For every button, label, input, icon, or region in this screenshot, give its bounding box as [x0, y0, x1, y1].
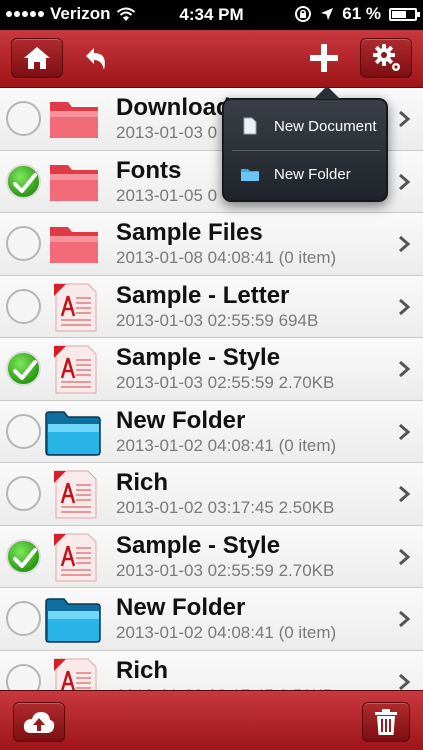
carrier-area: Verizon	[6, 4, 136, 24]
file-name: Rich	[116, 469, 169, 496]
plus-icon[interactable]	[306, 40, 342, 76]
file-meta: 2013-01-05 0	[116, 185, 218, 205]
file-meta: 2013-01-02 04:08:41 (0 item)	[116, 623, 337, 642]
top-toolbar	[0, 30, 423, 88]
rtf-document-icon	[44, 469, 102, 519]
file-row[interactable]: New Folder 2013-01-02 04:08:41 (0 item)	[0, 400, 423, 463]
file-meta: 2013-01-03 02:55:59 2.70KB	[116, 373, 335, 392]
chevron-right-icon[interactable]	[397, 610, 411, 628]
delete-button[interactable]	[362, 702, 410, 742]
blue-folder-icon	[44, 594, 102, 644]
chevron-right-icon[interactable]	[397, 423, 411, 441]
blue-folder-icon	[44, 407, 102, 457]
file-meta: 2013-01-03 02:55:59 2.70KB	[116, 560, 335, 580]
battery-icon	[389, 7, 420, 21]
settings-button[interactable]	[360, 38, 412, 78]
unchecked-checkbox[interactable]	[6, 413, 41, 449]
file-row[interactable]: New Folder 2013-01-02 04:08:41 (0 item)	[0, 588, 423, 651]
file-name: Sample - Letter	[116, 281, 290, 309]
file-row[interactable]: Sample - Letter 2013-01-03 02:55:59 694B	[0, 275, 423, 338]
chevron-right-icon[interactable]	[397, 673, 411, 691]
battery-percent: 61 %	[342, 4, 381, 23]
rtf-document-icon	[44, 532, 102, 582]
file-meta: 2013-01-03 0	[116, 123, 218, 142]
chevron-right-icon[interactable]	[397, 360, 411, 378]
red-folder-icon	[44, 219, 102, 269]
document-icon	[243, 117, 257, 135]
file-name: Fonts	[116, 156, 182, 184]
home-button[interactable]	[11, 38, 63, 78]
rtf-document-icon	[44, 282, 102, 332]
rotation-lock-icon	[295, 6, 312, 22]
new-document-menu-item[interactable]: New Document	[230, 104, 382, 148]
file-meta: 2013-01-08 04:08:41 (0 item)	[116, 248, 337, 267]
chevron-right-icon[interactable]	[397, 485, 411, 503]
unchecked-checkbox[interactable]	[6, 226, 41, 261]
file-name: Sample - Style	[116, 344, 281, 371]
rtf-document-icon	[44, 657, 102, 690]
chevron-right-icon[interactable]	[397, 548, 411, 566]
file-meta: 2013-01-02 04:08:41 (0 item)	[116, 435, 337, 455]
chevron-right-icon[interactable]	[397, 235, 411, 253]
trash-icon	[375, 709, 397, 735]
checkmark-icon	[13, 172, 37, 193]
wifi-icon	[117, 7, 136, 21]
bottom-toolbar	[0, 690, 423, 750]
file-row[interactable]: Rich2013-01-02 03:17:45 2.50KB	[0, 650, 423, 691]
file-row[interactable]: Rich 2013-01-02 03:17:45 2.50KB	[0, 463, 423, 526]
upload-button[interactable]	[13, 702, 65, 742]
location-icon	[321, 8, 334, 20]
cloud-upload-icon	[23, 712, 55, 733]
unchecked-checkbox[interactable]	[6, 288, 41, 324]
red-folder-icon	[44, 94, 102, 144]
file-name: New Folder	[116, 406, 246, 434]
file-name: Sample - Style	[116, 531, 281, 559]
file-meta: 2013-01-03 02:55:59 694B	[116, 310, 319, 330]
signal-strength-icon	[6, 11, 44, 17]
status-bar: Verizon 4:34 PM 61 %	[0, 0, 423, 30]
status-right: 61 %	[294, 4, 420, 24]
carrier-label: Verizon	[50, 4, 111, 23]
popover-divider	[232, 150, 380, 151]
new-folder-label: New Folder	[274, 165, 351, 183]
unchecked-checkbox[interactable]	[6, 601, 41, 636]
checked-checkbox[interactable]	[6, 163, 41, 199]
checked-checkbox[interactable]	[6, 351, 41, 386]
folder-icon	[241, 169, 259, 181]
unchecked-checkbox[interactable]	[6, 663, 41, 690]
file-row[interactable]: Sample - Style 2013-01-03 02:55:59 2.70KB	[0, 338, 423, 401]
chevron-right-icon[interactable]	[397, 110, 411, 128]
checkmark-icon	[13, 360, 37, 380]
file-meta: 2013-01-02 03:17:45 2.50KB	[116, 498, 335, 517]
gear-icon	[373, 44, 400, 71]
new-folder-menu-item[interactable]: New Folder	[230, 152, 382, 196]
red-folder-icon	[44, 157, 102, 207]
new-document-label: New Document	[274, 117, 377, 135]
file-name: Rich	[116, 656, 169, 684]
chevron-right-icon[interactable]	[397, 173, 411, 191]
file-name: New Folder	[116, 594, 246, 621]
file-name: Sample Files	[116, 219, 263, 246]
checked-checkbox[interactable]	[6, 538, 41, 574]
add-popover-menu: New Document New Folder	[222, 98, 388, 202]
unchecked-checkbox[interactable]	[6, 476, 41, 511]
chevron-right-icon[interactable]	[397, 298, 411, 316]
checkmark-icon	[13, 547, 37, 568]
rtf-document-icon	[44, 344, 102, 394]
home-icon	[24, 47, 50, 69]
file-row[interactable]: Sample - Style 2013-01-03 02:55:59 2.70KB	[0, 525, 423, 588]
popover-arrow	[314, 86, 340, 99]
file-row[interactable]: Sample Files 2013-01-08 04:08:41 (0 item)	[0, 213, 423, 276]
undo-icon[interactable]	[78, 42, 114, 78]
unchecked-checkbox[interactable]	[6, 101, 41, 136]
